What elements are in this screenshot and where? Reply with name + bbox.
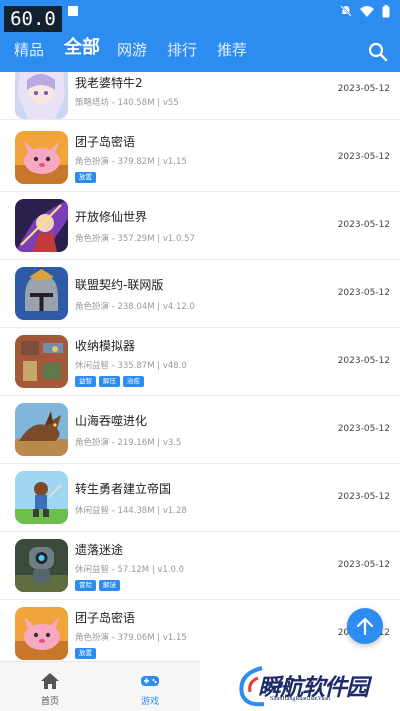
- watermark-subtext: ShunHangRuanJianYuan: [270, 696, 330, 702]
- game-date: 2023-05-12: [337, 560, 390, 570]
- list-item[interactable]: 我老婆特牛2 策略塔坊 - 140.58M | v55 2023-05-12: [0, 72, 400, 120]
- list-item[interactable]: 山海吞噬进化 角色扮演 - 219.16M | v3.5 2023-05-12: [0, 396, 400, 464]
- tag-badge: 放置: [75, 648, 96, 659]
- beast-icon: [15, 403, 68, 456]
- game-meta: 休闲益智 - 335.87M | v48.0: [75, 361, 187, 371]
- scroll-to-top-button[interactable]: [347, 608, 383, 644]
- nav-item-home[interactable]: 首页: [0, 662, 100, 711]
- top-header: 60.0 精品 全部 网游 排行 推荐: [0, 0, 400, 72]
- category-tabs: 精品 全部 网游 排行 推荐: [0, 36, 400, 66]
- game-meta: 角色扮演 - 219.16M | v3.5: [75, 438, 182, 448]
- gamepad-icon: [141, 676, 159, 686]
- game-meta: 休闲益智 - 144.38M | v1.28: [75, 506, 187, 516]
- room-icon: [15, 335, 68, 388]
- game-title: 开放修仙世界: [75, 210, 148, 224]
- bottom-nav: 首页 游戏: [0, 661, 200, 711]
- game-date: 2023-05-12: [337, 288, 390, 298]
- anime-girl-icon: [15, 72, 68, 119]
- tag-badge: 益智: [75, 376, 96, 387]
- list-item[interactable]: 开放修仙世界 角色扮演 - 357.29M | v1.0.57 2023-05-…: [0, 192, 400, 260]
- battery-icon: [382, 4, 390, 17]
- game-meta: 角色扮演 - 379.82M | v1.15: [75, 157, 187, 167]
- game-date: 2023-05-12: [337, 492, 390, 502]
- tag-badge: 解压: [99, 376, 120, 387]
- app-screen: 60.0 精品 全部 网游 排行 推荐 我老婆特牛2 策略塔坊 - 140.58…: [0, 0, 400, 711]
- mute-icon: [340, 5, 352, 17]
- game-title: 遗落迷途: [75, 543, 124, 557]
- wifi-icon: [360, 6, 374, 17]
- status-bar: 60.0: [0, 0, 400, 32]
- game-title: 团子岛密语: [75, 135, 136, 149]
- robot-icon: [15, 539, 68, 592]
- game-title: 联盟契约-联网版: [75, 278, 164, 292]
- list-item[interactable]: 遗落迷途 休闲益智 - 57.12M | v1.0.0 冒险 解谜 2023-0…: [0, 532, 400, 600]
- search-icon[interactable]: [368, 42, 388, 62]
- list-item[interactable]: 团子岛密语 角色扮演 - 379.06M | v1.15 放置 2023-05-…: [0, 600, 400, 661]
- game-meta: 休闲益智 - 57.12M | v1.0.0: [75, 565, 185, 575]
- tag-list: 冒险 解谜: [75, 580, 120, 591]
- list-item[interactable]: 收纳模拟器 休闲益智 - 335.87M | v48.0 益智 解压 治愈 20…: [0, 328, 400, 396]
- game-list: 我老婆特牛2 策略塔坊 - 140.58M | v55 2023-05-12 团…: [0, 72, 400, 661]
- game-date: 2023-05-12: [337, 356, 390, 366]
- home-icon: [41, 673, 59, 689]
- game-title: 我老婆特牛2: [75, 76, 143, 90]
- tab-all[interactable]: 全部: [64, 38, 100, 58]
- tag-badge: 解谜: [99, 580, 120, 591]
- list-item[interactable]: 转生勇者建立帝国 休闲益智 - 144.38M | v1.28 2023-05-…: [0, 464, 400, 532]
- game-meta: 角色扮演 - 379.06M | v1.15: [75, 633, 187, 643]
- tab-ranking[interactable]: 排行: [167, 40, 197, 60]
- fps-counter: 60.0: [4, 6, 62, 32]
- game-meta: 策略塔坊 - 140.58M | v55: [75, 98, 179, 108]
- tag-list: 放置: [75, 648, 96, 659]
- game-meta: 角色扮演 - 357.29M | v1.0.57: [75, 234, 195, 244]
- nav-label: 游戏: [140, 697, 159, 707]
- game-date: 2023-05-12: [337, 424, 390, 434]
- tag-badge: 冒险: [75, 580, 96, 591]
- tag-badge: 治愈: [123, 376, 144, 387]
- tab-online[interactable]: 网游: [117, 40, 147, 60]
- nav-label: 首页: [40, 697, 59, 707]
- list-item[interactable]: 联盟契约-联网版 角色扮演 - 238.04M | v4.12.0 2023-0…: [0, 260, 400, 328]
- game-title: 山海吞噬进化: [75, 414, 148, 428]
- knight-helmet-icon: [15, 267, 68, 320]
- tag-list: 放置: [75, 172, 96, 183]
- game-date: 2023-05-12: [337, 152, 390, 162]
- watermark-logo: 瞬航软件园 ShunHangRuanJianYuan: [236, 664, 400, 711]
- nav-item-games[interactable]: 游戏: [100, 662, 200, 711]
- game-title: 转生勇者建立帝国: [75, 482, 172, 496]
- game-date: 2023-05-12: [337, 220, 390, 230]
- tab-premium[interactable]: 精品: [14, 40, 44, 60]
- tag-badge: 放置: [75, 172, 96, 183]
- game-date: 2023-05-12: [337, 84, 390, 94]
- game-title: 团子岛密语: [75, 611, 136, 625]
- game-title: 收纳模拟器: [75, 339, 136, 353]
- notification-icon: [68, 6, 78, 16]
- hero-icon: [15, 471, 68, 524]
- list-item[interactable]: 团子岛密语 角色扮演 - 379.82M | v1.15 放置 2023-05-…: [0, 124, 400, 192]
- pink-creature-icon: [15, 607, 68, 660]
- tag-list: 益智 解压 治愈: [75, 376, 144, 387]
- pink-creature-icon: [15, 131, 68, 184]
- tab-recommend[interactable]: 推荐: [217, 40, 247, 60]
- warrior-icon: [15, 199, 68, 252]
- game-meta: 角色扮演 - 238.04M | v4.12.0: [75, 302, 195, 312]
- arrow-up-icon: [356, 617, 374, 636]
